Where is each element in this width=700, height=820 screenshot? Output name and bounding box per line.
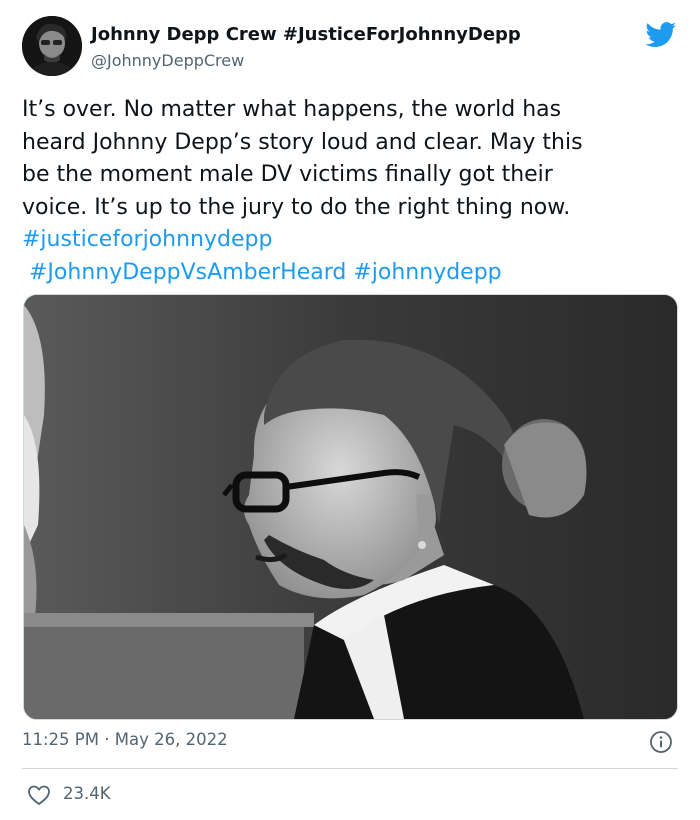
info-icon[interactable] [649, 730, 673, 754]
avatar[interactable] [22, 16, 82, 76]
tweet-photo[interactable] [23, 294, 678, 720]
photo-illustration [24, 295, 677, 719]
twitter-bird-icon[interactable] [645, 22, 677, 48]
tweet-text-line: It’s over. No matter what happens, the w… [22, 97, 562, 122]
user-handle[interactable]: @JohnnyDeppCrew [91, 51, 244, 70]
tweet-text-line: voice. It’s up to the jury to do the rig… [22, 194, 571, 220]
hashtag-link[interactable]: #justiceforjohnnydepp [22, 227, 272, 252]
tweet-timestamp[interactable]: 11:25 PM · May 26, 2022 [22, 730, 228, 749]
tweet-text-line: be the moment male DV victims finally go… [22, 162, 553, 187]
like-count[interactable]: 23.4K [63, 784, 111, 803]
display-name[interactable]: Johnny Depp Crew #JusticeForJohnnyDepp [91, 24, 521, 45]
tweet-date[interactable]: May 26, 2022 [115, 730, 228, 749]
divider [22, 768, 678, 769]
heart-icon[interactable] [27, 784, 51, 806]
hashtag-link[interactable]: #JohnnyDeppVsAmberHeard [29, 260, 346, 285]
meta-separator: · [104, 730, 110, 749]
tweet-text-line: heard Johnny Depp’s story loud and clear… [22, 129, 583, 155]
tweet-text: It’s over. No matter what happens, the w… [22, 94, 682, 289]
tweet-time[interactable]: 11:25 PM [22, 730, 99, 749]
hashtag-link[interactable]: #johnnydepp [353, 260, 501, 285]
